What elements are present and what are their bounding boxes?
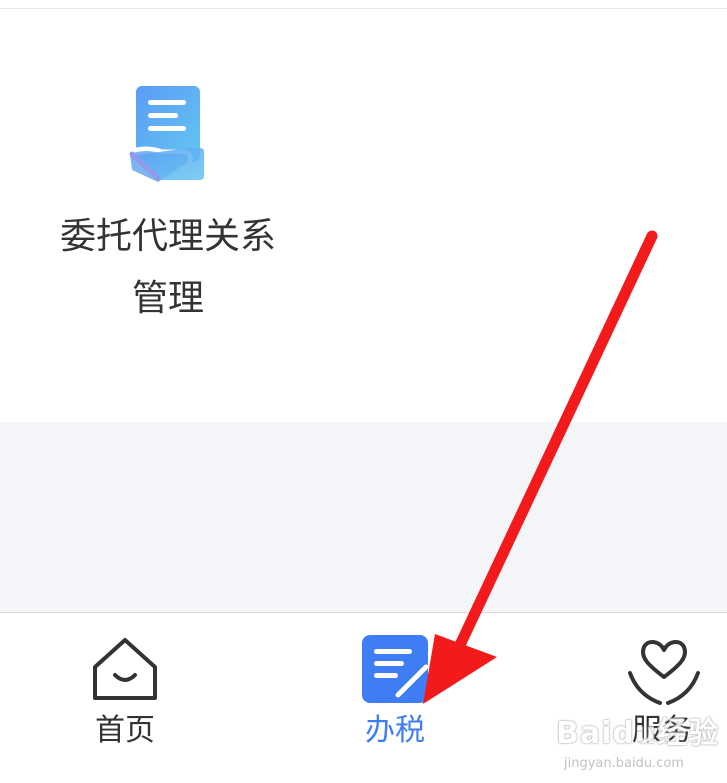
document-hand-icon	[128, 86, 204, 182]
home-icon	[93, 638, 157, 700]
bottom-tab-bar: 首页 办税 服务	[0, 612, 727, 783]
heart-hands-icon	[628, 640, 700, 705]
tab-tax[interactable]: 办税	[330, 613, 460, 763]
tab-home[interactable]: 首页	[60, 613, 190, 763]
tab-service-label: 服务	[632, 713, 692, 748]
tile-label-line1: 委托代理关系	[59, 216, 276, 257]
tax-document-icon	[362, 635, 429, 703]
tab-tax-label: 办税	[365, 713, 425, 748]
tab-service[interactable]: 服务	[602, 613, 727, 763]
tab-home-label: 首页	[95, 713, 155, 748]
empty-gray-section	[0, 422, 727, 612]
delegation-agency-management-tile[interactable]: 委托代理关系 管理	[40, 80, 296, 320]
tile-label-line2: 管理	[131, 278, 204, 319]
top-divider	[0, 8, 727, 9]
tile-label: 委托代理关系 管理	[40, 206, 296, 330]
